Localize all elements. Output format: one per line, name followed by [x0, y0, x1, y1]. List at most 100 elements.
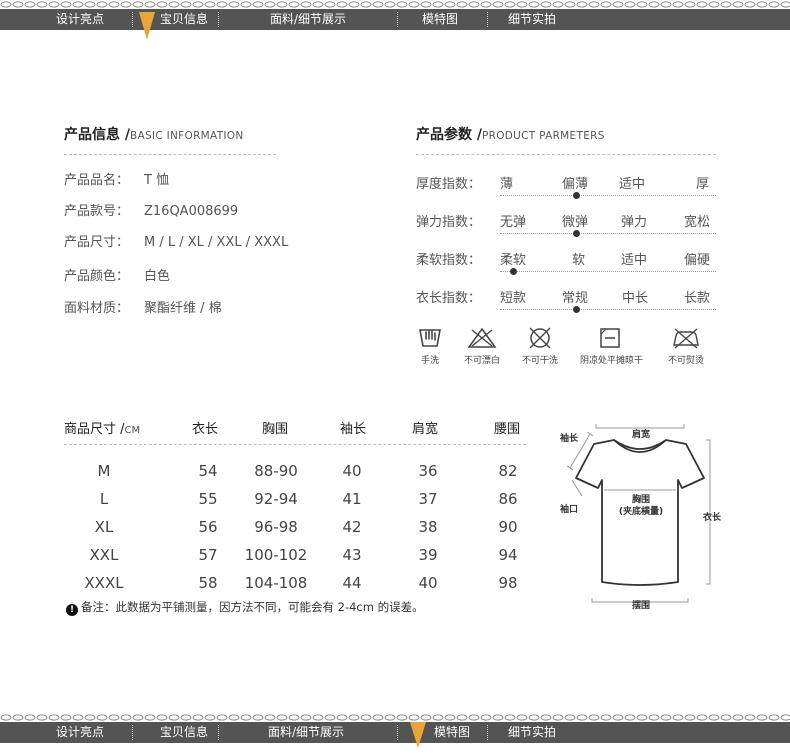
param-label: 弹力指数：: [416, 215, 482, 230]
size-cell-value: 39: [418, 546, 438, 564]
param-option: 适中: [621, 253, 648, 268]
info-value: 白色: [144, 269, 171, 284]
info-label: 产品品名：: [64, 173, 130, 188]
info-row-material: 面料材质： 聚酯纤维 / 棉: [64, 297, 222, 316]
size-cell-value: 44: [342, 574, 362, 592]
param-scale-line: [500, 309, 716, 310]
param-option: 偏硬: [684, 253, 711, 268]
size-table-header-chest: 胸围: [262, 422, 289, 437]
info-row-sizes: 产品尺寸： M / L / XL / XXL / XXXL: [64, 231, 288, 250]
info-label: 产品颜色：: [64, 269, 130, 284]
param-option: 无弹: [500, 215, 527, 230]
note-text: 备注：此数据为平铺测量，因方法不同，可能会有 2-4cm 的误差。: [81, 600, 424, 614]
param-selected-marker: [509, 268, 517, 275]
size-unit: CM: [124, 425, 141, 436]
nav-item-info[interactable]: 宝贝信息: [160, 722, 208, 743]
nav-item-design[interactable]: 设计亮点: [56, 9, 104, 30]
nav-divider: [132, 12, 133, 27]
size-cell-value: 104-108: [244, 574, 308, 592]
care-label: 不可漂白: [463, 356, 500, 366]
nav-divider: [218, 12, 219, 27]
nav-item-model[interactable]: 模特图: [422, 9, 458, 30]
size-cell-value: 38: [418, 518, 438, 536]
label-shoulder: 肩宽: [631, 430, 650, 440]
product-info-title-cn: 产品信息 /: [64, 127, 130, 143]
nav-divider: [397, 12, 398, 27]
care-shade-dry-flat: 阴凉处平摊晾干: [580, 326, 644, 366]
size-table-header-sleeve: 袖长: [340, 422, 367, 437]
no-bleach-icon: [467, 327, 497, 348]
top-nav: 设计亮点 宝贝信息 面料/细节展示 模特图 细节实拍: [0, 0, 790, 40]
hand-wash-icon: [419, 329, 441, 347]
nav-divider: [487, 725, 488, 740]
nav-item-fabric[interactable]: 面料/细节展示: [270, 9, 346, 30]
product-info-title: 产品信息 /BASIC INFORMATION: [64, 124, 244, 144]
size-cell-value: 40: [342, 462, 362, 480]
param-option: 柔软: [500, 253, 527, 268]
size-cell-value: 41: [342, 490, 362, 508]
param-option: 短款: [500, 291, 527, 306]
care-no-iron: 不可熨烫: [656, 326, 716, 366]
product-params-title: 产品参数 /PRODUCT PARMETERS: [416, 124, 605, 144]
product-info-title-en: BASIC INFORMATION: [130, 130, 244, 142]
info-row-color: 产品颜色： 白色: [64, 265, 170, 284]
nav-strip: 设计亮点 宝贝信息 面料/细节展示 模特图 细节实拍: [0, 9, 790, 30]
tshirt-diagram: 肩宽 袖长 袖口 胸围 (夹底横量) 衣长 摆围: [552, 414, 732, 614]
shade-dry-flat-icon: [600, 328, 620, 348]
param-option: 常规: [562, 291, 589, 306]
param-option: 中长: [622, 291, 649, 306]
no-iron-icon: [673, 328, 699, 349]
info-label: 面料材质：: [64, 301, 130, 316]
size-cell-value: 43: [342, 546, 362, 564]
info-row-sku: 产品款号： Z16QA008699: [64, 200, 238, 219]
care-label: 阴凉处平摊晾干: [580, 356, 644, 366]
size-table-header-length: 衣长: [192, 422, 219, 437]
param-option: 微弹: [562, 215, 589, 230]
nav-divider: [132, 725, 133, 740]
size-cell-value: 40: [418, 574, 438, 592]
param-option: 薄: [500, 177, 514, 192]
nav-item-detail[interactable]: 细节实拍: [508, 9, 556, 30]
info-value: M / L / XL / XXL / XXXL: [144, 235, 289, 250]
size-table-header-waist: 腰围: [494, 422, 521, 437]
size-cell-value: 96-98: [254, 518, 298, 536]
nav-item-detail[interactable]: 细节实拍: [508, 722, 556, 743]
param-option: 软: [572, 253, 586, 268]
warning-icon: !: [66, 604, 78, 616]
nav-item-info[interactable]: 宝贝信息: [160, 9, 208, 30]
product-params-title-cn: 产品参数 /: [416, 127, 482, 143]
param-option: 弹力: [621, 215, 648, 230]
nav-item-design[interactable]: 设计亮点: [56, 722, 104, 743]
param-selected-marker: [572, 230, 580, 237]
active-indicator-arrow: [139, 12, 155, 40]
care-label: 不可干洗: [521, 356, 558, 366]
size-cell-value: 90: [498, 518, 518, 536]
size-cell-value: 37: [418, 490, 438, 508]
product-params-title-en: PRODUCT PARMETERS: [482, 130, 605, 142]
label-chest-note: (夹底横量): [618, 507, 664, 517]
param-option: 偏薄: [562, 177, 589, 192]
care-label: 手洗: [420, 356, 439, 366]
size-cell-name: M: [97, 462, 111, 480]
size-table-divider: [64, 444, 526, 445]
care-label: 不可熨烫: [667, 356, 704, 366]
label-hem: 摆围: [631, 601, 650, 611]
size-table-header-size: 商品尺寸 /CM: [64, 418, 140, 437]
nav-item-model[interactable]: 模特图: [434, 722, 470, 743]
param-option: 适中: [619, 177, 646, 192]
size-table-header-shoulder: 肩宽: [412, 422, 439, 437]
size-cell-value: 100-102: [244, 546, 308, 564]
info-value: 聚酯纤维 / 棉: [144, 301, 222, 316]
nav-divider: [218, 725, 219, 740]
measurement-note: ! 备注：此数据为平铺测量，因方法不同，可能会有 2-4cm 的误差。: [66, 599, 424, 616]
label-length: 衣长: [702, 513, 721, 523]
nav-item-fabric[interactable]: 面料/细节展示: [268, 722, 344, 743]
info-value: T 恤: [144, 173, 170, 188]
param-option: 长款: [684, 291, 711, 306]
divider: [64, 154, 276, 155]
chain-border: [0, 0, 790, 9]
size-cell-value: 88-90: [254, 462, 298, 480]
size-cell-value: 98: [498, 574, 518, 592]
nav-divider: [487, 12, 488, 27]
nav-strip: 设计亮点 宝贝信息 面料/细节展示 模特图 细节实拍: [0, 722, 790, 743]
